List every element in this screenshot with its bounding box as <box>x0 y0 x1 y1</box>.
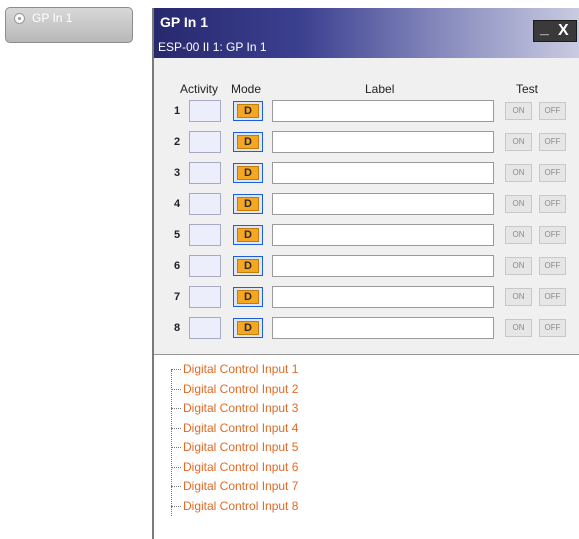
mode-button-frame[interactable]: D <box>233 318 263 338</box>
label-field[interactable] <box>272 317 494 339</box>
activity-header: Activity <box>180 82 219 96</box>
tree-branch-line <box>171 486 181 487</box>
row-number: 8 <box>174 322 181 334</box>
label-header: Label <box>365 82 395 96</box>
mode-button[interactable]: D <box>237 228 259 242</box>
title-bar[interactable]: GP In 1 ESP-00 II 1: GP In 1 _ X <box>154 8 579 58</box>
activity-indicator <box>189 193 221 215</box>
tree-item-label: Digital Control Input 7 <box>183 479 299 493</box>
test-off-button[interactable]: OFF <box>539 257 566 275</box>
label-field[interactable] <box>272 255 494 277</box>
mode-button-frame[interactable]: D <box>233 256 263 276</box>
status-dot-icon <box>14 13 25 24</box>
tree-item-label: Digital Control Input 5 <box>183 440 299 454</box>
activity-indicator <box>189 286 221 308</box>
tree-branch-line <box>171 388 181 390</box>
row-number: 1 <box>174 105 181 117</box>
label-field[interactable] <box>272 286 494 308</box>
activity-indicator <box>189 131 221 153</box>
input-row: 5 D ON OFF <box>154 222 579 252</box>
test-off-button[interactable]: OFF <box>539 164 566 182</box>
activity-indicator <box>189 162 221 184</box>
tree-item-label: Digital Control Input 4 <box>183 420 299 435</box>
mode-button[interactable]: D <box>237 104 259 118</box>
mode-button-frame[interactable]: D <box>233 194 263 214</box>
label-field[interactable] <box>272 162 494 184</box>
window-title: GP In 1 <box>160 14 208 30</box>
test-off-button[interactable]: OFF <box>539 288 566 306</box>
activity-indicator <box>189 100 221 122</box>
input-tree: Digital Control Input 1 Digital Control I… <box>154 358 579 539</box>
input-row: 8 D ON OFF <box>154 315 579 345</box>
mode-button[interactable]: D <box>237 321 259 335</box>
gp-in-window: GP In 1 ESP-00 II 1: GP In 1 _ X Activit… <box>152 8 579 539</box>
minimize-icon[interactable]: _ <box>540 19 549 39</box>
tree-branch-line <box>171 466 181 468</box>
window-subtitle: ESP-00 II 1: GP In 1 <box>158 40 267 54</box>
mode-header: Mode <box>231 82 262 96</box>
test-off-button[interactable]: OFF <box>539 195 566 213</box>
inputs-panel: Activity Mode Label Test 1 D ON OFF 2 D ON OFF 3… <box>154 58 579 355</box>
test-on-button[interactable]: ON <box>505 102 532 120</box>
input-row: 6 D ON OFF <box>154 253 579 283</box>
input-row: 2 D ON OFF <box>154 129 579 159</box>
mode-button[interactable]: D <box>237 290 259 304</box>
label-field[interactable] <box>272 224 494 246</box>
test-on-button[interactable]: ON <box>505 133 532 151</box>
mode-button-frame[interactable]: D <box>233 101 263 121</box>
label-field[interactable] <box>272 131 494 153</box>
test-off-button[interactable]: OFF <box>539 319 566 337</box>
row-number: 3 <box>174 167 181 179</box>
input-row: 1 D ON OFF <box>154 98 579 128</box>
input-row: 7 D ON OFF <box>154 284 579 314</box>
activity-indicator <box>189 255 221 277</box>
test-on-button[interactable]: ON <box>505 319 532 337</box>
input-row: 3 D ON OFF <box>154 160 579 190</box>
tree-item-label: Digital Control Input 8 <box>183 498 299 513</box>
row-number: 5 <box>174 229 181 241</box>
mode-button-frame[interactable]: D <box>233 132 263 152</box>
test-on-button[interactable]: ON <box>505 195 532 213</box>
activity-indicator <box>189 317 221 339</box>
activity-indicator <box>189 224 221 246</box>
test-on-button[interactable]: ON <box>505 226 532 244</box>
tree-branch-line <box>171 369 181 370</box>
mode-button-frame[interactable]: D <box>233 225 263 245</box>
mode-button[interactable]: D <box>237 259 259 273</box>
test-off-button[interactable]: OFF <box>539 133 566 151</box>
label-field[interactable] <box>272 100 494 122</box>
block-label: GP In 1 <box>32 11 73 25</box>
row-number: 4 <box>174 198 181 210</box>
test-on-button[interactable]: ON <box>505 288 532 306</box>
input-row: 4 D ON OFF <box>154 191 579 221</box>
tree-branch-line <box>171 447 181 448</box>
tree-branch-line <box>171 408 181 409</box>
label-field[interactable] <box>272 193 494 215</box>
tree-item-label: Digital Control Input 2 <box>183 381 299 396</box>
tree-item-label: Digital Control Input 1 <box>183 362 299 376</box>
row-number: 2 <box>174 136 181 148</box>
mode-button[interactable]: D <box>237 197 259 211</box>
tree-item-label: Digital Control Input 6 <box>183 459 299 474</box>
test-off-button[interactable]: OFF <box>539 102 566 120</box>
test-on-button[interactable]: ON <box>505 257 532 275</box>
tree-branch-line <box>171 505 181 507</box>
row-number: 6 <box>174 260 181 272</box>
mode-button[interactable]: D <box>237 166 259 180</box>
mode-button-frame[interactable]: D <box>233 287 263 307</box>
tree-branch-line <box>171 427 181 429</box>
gp-in-1-block-button[interactable]: GP In 1 <box>5 7 133 43</box>
mode-button[interactable]: D <box>237 135 259 149</box>
test-off-button[interactable]: OFF <box>539 226 566 244</box>
tree-item-label: Digital Control Input 3 <box>183 401 299 415</box>
close-icon[interactable]: X <box>558 21 569 41</box>
test-header: Test <box>516 82 539 96</box>
window-controls: _ X <box>533 20 577 42</box>
tree-connector <box>171 370 172 516</box>
mode-button-frame[interactable]: D <box>233 163 263 183</box>
test-on-button[interactable]: ON <box>505 164 532 182</box>
row-number: 7 <box>174 291 181 303</box>
